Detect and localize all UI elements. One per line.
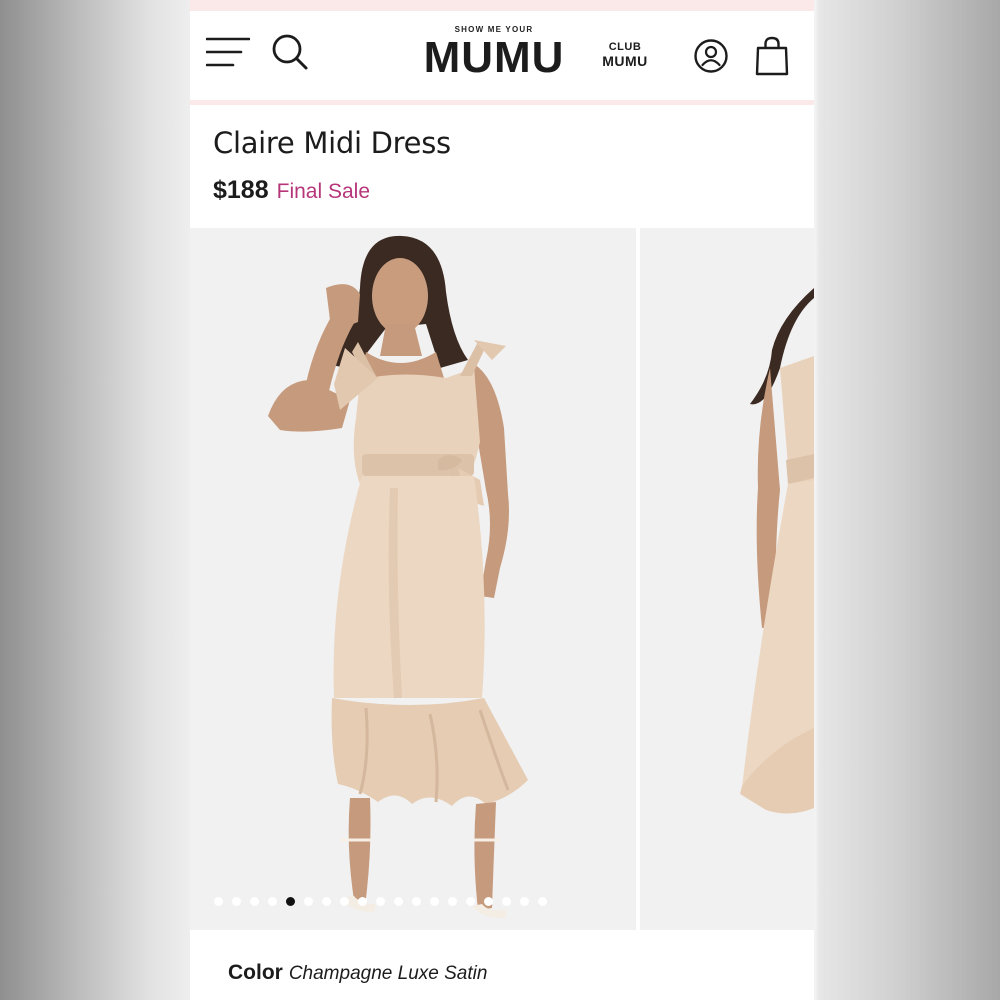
price-row: $188 Final Sale [213,176,370,205]
search-icon[interactable] [270,32,310,72]
gallery-dot[interactable] [394,897,403,906]
gallery-dot[interactable] [430,897,439,906]
menu-icon[interactable] [206,36,250,70]
final-sale-badge: Final Sale [276,180,371,203]
gallery-dot[interactable] [376,897,385,906]
account-icon[interactable] [693,38,729,74]
club-mumu-link[interactable]: CLUB MUMU [593,40,657,68]
gallery-dot[interactable] [214,897,223,906]
gallery-dot[interactable] [232,897,241,906]
gallery-dot[interactable] [520,897,529,906]
gallery-dot[interactable] [448,897,457,906]
club-label: CLUB [608,41,642,53]
phone-screen: SHOW ME YOUR MUMU CLUB MUMU Claire Midi … [190,0,814,1000]
model-front-photo [268,235,528,919]
gallery-dot[interactable] [538,897,547,906]
gallery-dot[interactable] [304,897,313,906]
gallery-dot[interactable] [268,897,277,906]
color-label: Color [228,961,283,984]
header-divider [190,100,814,105]
club-mumu-label: MUMU [602,53,648,69]
product-gallery[interactable] [190,228,814,930]
gallery-dot-active[interactable] [286,897,295,906]
gallery-dot[interactable] [250,897,259,906]
brand-logo[interactable]: MUMU [422,30,566,86]
gallery-dot[interactable] [340,897,349,906]
model-side-photo [740,288,814,814]
gallery-dot[interactable] [358,897,367,906]
shopping-bag-icon[interactable] [754,36,790,76]
gallery-dot[interactable] [322,897,331,906]
gallery-pagination-dots[interactable] [214,897,547,906]
color-selector-row: Color Champagne Luxe Satin [228,961,487,985]
gallery-slide-main[interactable] [190,228,636,930]
product-price: $188 [213,176,269,204]
gallery-dot[interactable] [412,897,421,906]
gallery-dot[interactable] [466,897,475,906]
top-accent-strip [190,0,814,11]
gallery-dot[interactable] [502,897,511,906]
gallery-slide-next[interactable] [640,228,814,930]
gallery-dot[interactable] [484,897,493,906]
color-value: Champagne Luxe Satin [288,963,488,984]
product-title: Claire Midi Dress [213,126,451,160]
